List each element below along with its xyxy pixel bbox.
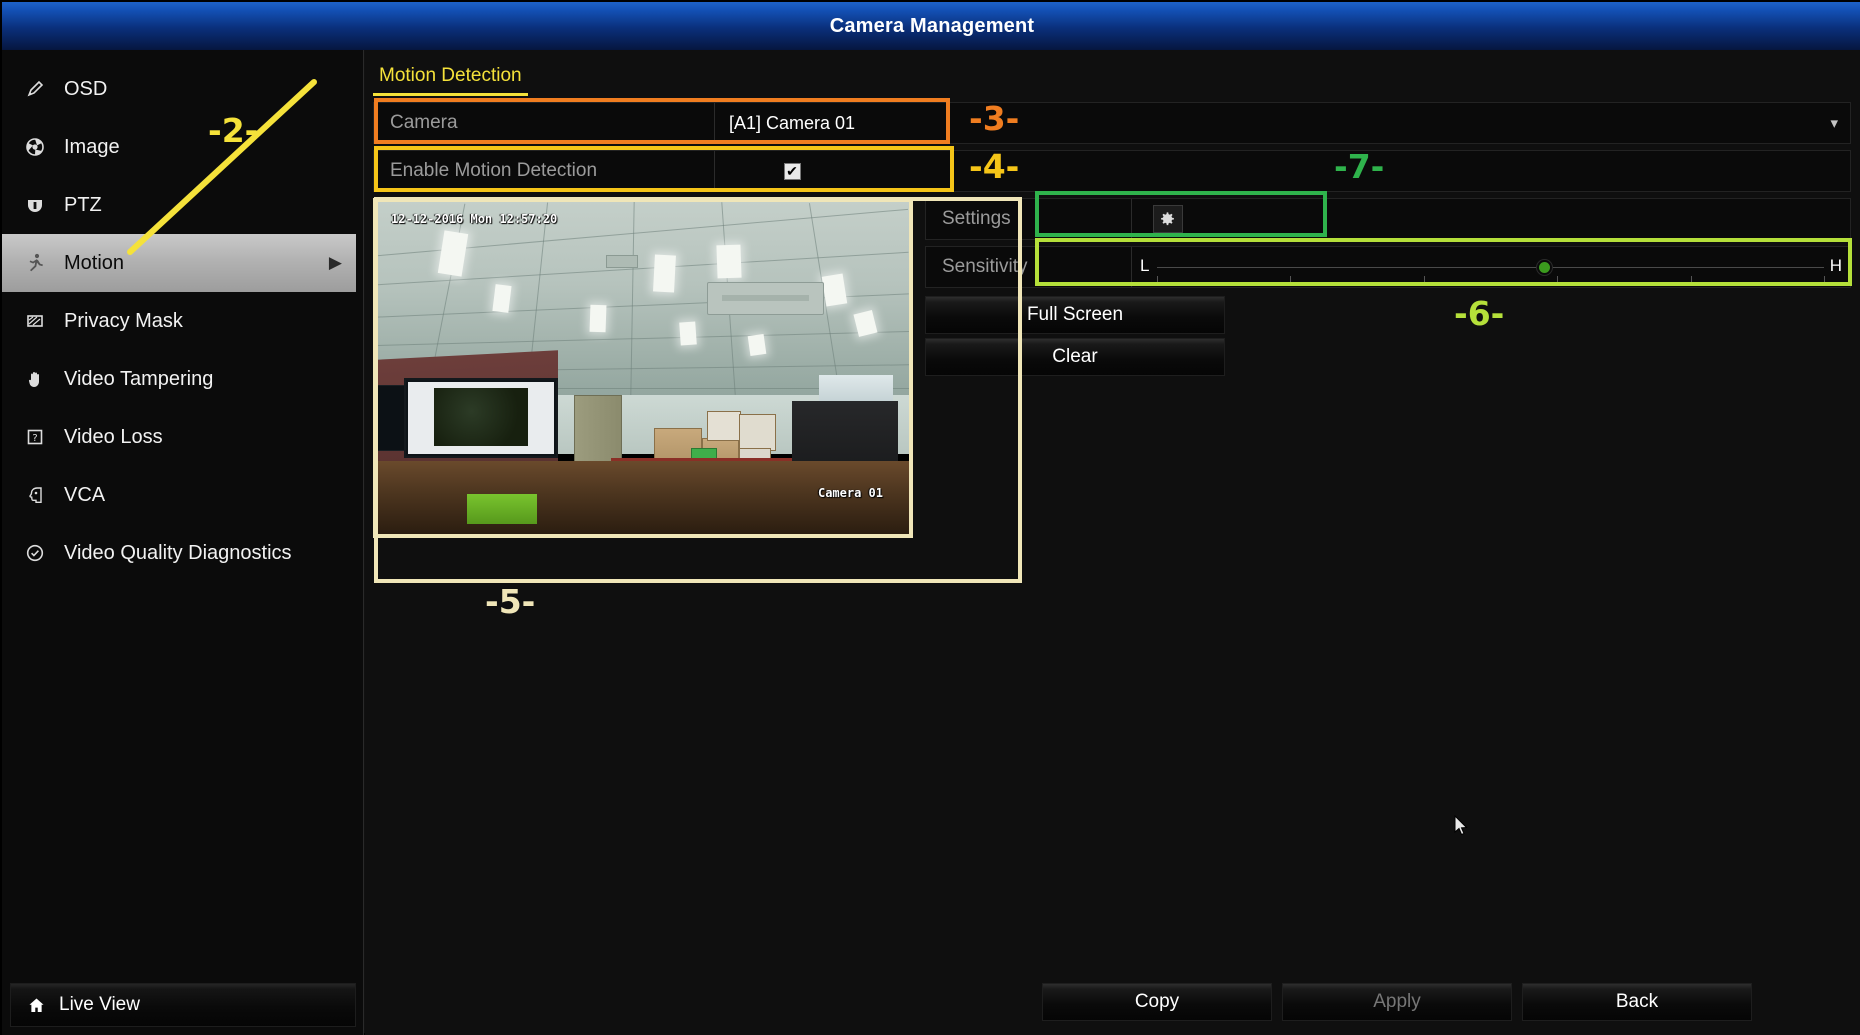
enable-motion-detection-label: Enable Motion Detection [374, 160, 597, 182]
sidebar-item-label: PTZ [64, 195, 102, 215]
camera-management-window: Camera Management OSD Image PTZ [0, 0, 1860, 1035]
tabbar: Motion Detection [373, 58, 528, 96]
ptz-icon [20, 192, 50, 218]
ceiling-light [653, 255, 676, 293]
home-icon [27, 996, 46, 1015]
osd-icon [20, 76, 50, 102]
preview-camera-name: Camera 01 [818, 486, 883, 500]
main-content: Motion Detection Camera [A1] Camera 01 ▾… [365, 50, 1860, 1035]
ceiling-light [492, 284, 511, 312]
sidebar-item-ptz[interactable]: PTZ [2, 176, 364, 234]
video-loss-icon: ? [20, 424, 50, 450]
sidebar-item-video-quality-diagnostics[interactable]: Video Quality Diagnostics [2, 524, 364, 582]
sidebar-item-label: Privacy Mask [64, 311, 183, 331]
privacy-mask-icon [20, 308, 50, 334]
sidebar-item-label: OSD [64, 79, 107, 99]
sidebar-item-label: VCA [64, 485, 105, 505]
video-preview[interactable]: 12-12-2016 Mon 12:57:20 Camera 01 [373, 198, 913, 538]
apply-button[interactable]: Apply [1282, 983, 1512, 1021]
motion-icon [20, 250, 50, 276]
ceiling-vent [606, 255, 638, 268]
enable-motion-detection-checkbox[interactable]: ✔ [784, 163, 801, 180]
settings-cell[interactable] [1131, 199, 1203, 239]
preview-scene [377, 202, 909, 534]
enable-motion-detection-cell[interactable]: ✔ [714, 151, 869, 191]
preview-timestamp: 12-12-2016 Mon 12:57:20 [391, 212, 557, 226]
sidebar-item-vca[interactable]: VCA [2, 466, 364, 524]
sidebar-item-motion[interactable]: Motion ▶ [2, 234, 356, 292]
sidebar-item-video-loss[interactable]: ? Video Loss [2, 408, 364, 466]
sidebar-item-label: Image [64, 137, 120, 157]
vca-icon [20, 482, 50, 508]
sidebar-item-privacy-mask[interactable]: Privacy Mask [2, 292, 364, 350]
cardboard-box [739, 414, 776, 451]
live-view-label: Live View [59, 994, 140, 1016]
tab-motion-detection[interactable]: Motion Detection [373, 65, 528, 96]
sidebar-item-label: Video Loss [64, 427, 163, 447]
sensitivity-low-label: L [1140, 256, 1149, 276]
air-conditioner-unit [707, 282, 824, 315]
sidebar-nav: OSD Image PTZ Motion ▶ [2, 60, 364, 582]
gear-icon[interactable] [1153, 205, 1183, 233]
full-screen-button[interactable]: Full Screen [925, 296, 1225, 334]
chevron-down-icon[interactable]: ▾ [1830, 114, 1838, 132]
enable-motion-detection-row[interactable]: Enable Motion Detection ✔ [373, 150, 1851, 192]
sensitivity-thumb[interactable] [1537, 260, 1552, 275]
circuit-board-image [434, 388, 528, 447]
diagnostics-icon [20, 540, 50, 566]
sensitivity-track[interactable] [1157, 267, 1824, 268]
window-titlebar: Camera Management [2, 2, 1860, 50]
hand-icon [20, 366, 50, 392]
sidebar-item-label: Video Quality Diagnostics [64, 543, 292, 563]
sidebar-item-label: Video Tampering [64, 369, 213, 389]
camera-row[interactable]: Camera [A1] Camera 01 ▾ [373, 102, 1851, 144]
monitor-screen [408, 382, 554, 454]
clear-button[interactable]: Clear [925, 338, 1225, 376]
desktop-monitor [404, 378, 558, 458]
ceiling-light [589, 305, 606, 332]
sensitivity-row[interactable]: Sensitivity L H [925, 246, 1851, 288]
sidebar-item-video-tampering[interactable]: Video Tampering [2, 350, 364, 408]
cardboard-box [707, 411, 742, 441]
live-view-button[interactable]: Live View [10, 983, 356, 1027]
svg-text:?: ? [32, 433, 37, 444]
back-button[interactable]: Back [1522, 983, 1752, 1021]
sensitivity-ticks [1157, 276, 1824, 285]
sidebar: OSD Image PTZ Motion ▶ [2, 50, 364, 1035]
settings-label: Settings [926, 208, 1011, 230]
camera-select-value[interactable]: [A1] Camera 01 [714, 103, 869, 143]
sidebar-item-image[interactable]: Image [2, 118, 364, 176]
camera-label: Camera [374, 112, 458, 134]
green-package [467, 494, 536, 524]
sidebar-item-osd[interactable]: OSD [2, 60, 364, 118]
image-icon [20, 134, 50, 160]
ceiling-light [717, 245, 742, 279]
ceiling-light [748, 334, 767, 356]
sensitivity-label: Sensitivity [926, 256, 1028, 278]
page-title: Camera Management [830, 15, 1035, 38]
ceiling-light [822, 274, 848, 307]
sensitivity-slider[interactable]: L H [1131, 247, 1852, 287]
copy-button[interactable]: Copy [1042, 983, 1272, 1021]
ceiling-light [679, 321, 697, 345]
settings-row[interactable]: Settings [925, 198, 1851, 240]
sensitivity-high-label: H [1830, 256, 1842, 276]
sidebar-item-label: Motion [64, 253, 124, 273]
chevron-right-icon: ▶ [329, 253, 342, 273]
